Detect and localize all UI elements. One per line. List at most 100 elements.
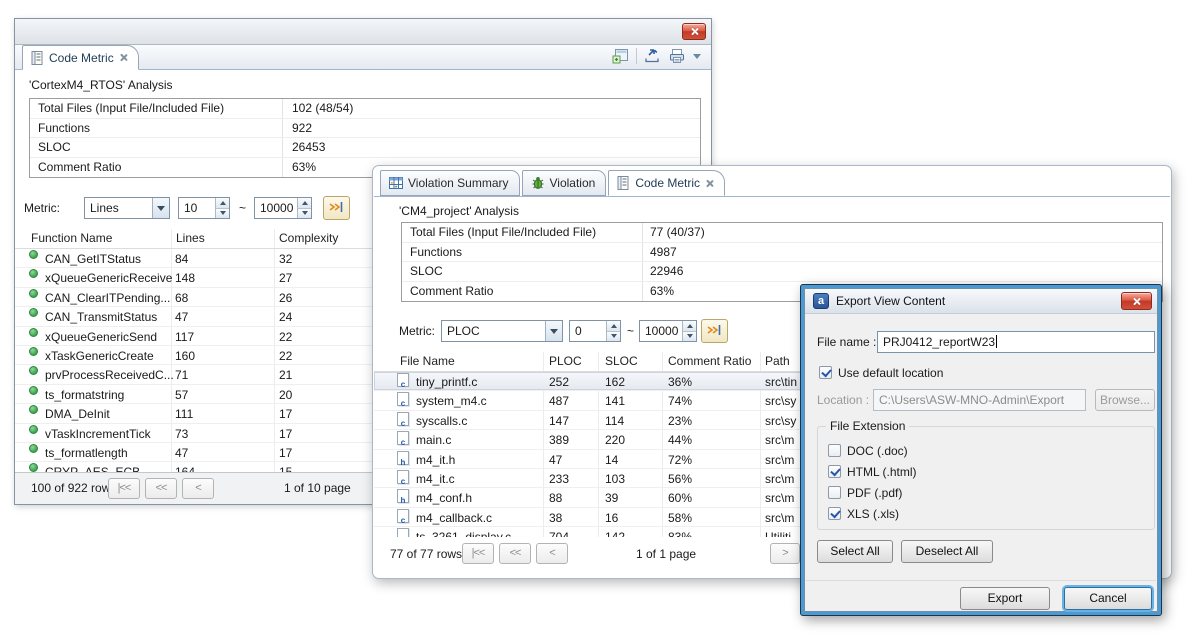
column-header[interactable]: Lines (176, 231, 205, 245)
cancel-button[interactable]: Cancel (1064, 587, 1152, 610)
tab-code-metric[interactable]: Code Metric (22, 45, 139, 70)
doc-checkbox[interactable] (828, 444, 841, 457)
toolbar-separator (636, 48, 637, 64)
view-tab-bar: Violation Summary Violation Code Metric (374, 170, 1170, 197)
path-value: src\m (765, 451, 794, 469)
function-dot-icon (29, 405, 38, 414)
path-value: src\sy (765, 412, 796, 430)
apply-metric-icon (707, 324, 723, 338)
tab-violation-summary[interactable]: Violation Summary (380, 170, 520, 196)
document-icon (617, 176, 630, 190)
next-page-button[interactable]: > (770, 543, 800, 564)
column-header[interactable]: Path (765, 354, 790, 368)
file-extension-group-title: File Extension (826, 419, 909, 433)
column-header[interactable]: SLOC (605, 354, 638, 368)
tab-violation[interactable]: Violation (522, 170, 607, 196)
select-all-button[interactable]: Select All (817, 540, 893, 563)
window-close-button[interactable] (682, 23, 706, 40)
function-dot-icon (29, 269, 38, 278)
ploc-value: 252 (549, 373, 569, 391)
metric-max-spinner[interactable]: 10000 (639, 320, 697, 342)
c-file-icon: c (397, 528, 409, 537)
pdf-checkbox[interactable] (828, 486, 841, 499)
configure-metrics-icon[interactable] (612, 48, 629, 64)
window-titlebar[interactable] (15, 19, 711, 45)
spinner-arrows[interactable] (215, 198, 229, 218)
sloc-value: 142 (605, 528, 625, 537)
xls-checkbox-label: XLS (.xls) (847, 507, 899, 521)
sloc-value: 162 (605, 373, 625, 391)
path-value: Utiliti (765, 528, 791, 537)
tab-close-icon[interactable] (119, 53, 128, 62)
metric-select[interactable]: PLOC (441, 320, 563, 342)
lines-value: 47 (175, 308, 188, 326)
dialog-titlebar[interactable]: Export View Content (805, 289, 1157, 314)
apply-metric-filter-button[interactable] (701, 319, 728, 343)
column-header[interactable]: PLOC (549, 354, 582, 368)
fast-prev-page-button[interactable]: << (499, 543, 531, 564)
ploc-value: 47 (549, 451, 562, 469)
prev-page-button[interactable]: < (536, 543, 568, 564)
ratio-value: 74% (668, 392, 692, 410)
tab-close-icon[interactable] (705, 179, 714, 188)
analysis-title: 'CM4_project' Analysis (399, 204, 519, 218)
metric-min-spinner[interactable]: 0 (569, 320, 621, 342)
lines-value: 164 (175, 463, 195, 472)
metric-selected-value: PLOC (447, 324, 480, 338)
tab-code-metric[interactable]: Code Metric (608, 170, 725, 196)
sloc-value: 16 (605, 509, 618, 527)
prev-page-button[interactable]: < (182, 478, 214, 499)
spinner-arrows[interactable] (606, 321, 620, 341)
tab-label: Code Metric (635, 176, 700, 190)
export-button[interactable]: Export (960, 587, 1050, 610)
function-name: CAN_ClearITPending... (45, 289, 170, 307)
lines-value: 160 (175, 347, 195, 365)
summary-label: SLOC (410, 264, 443, 278)
metric-min-spinner[interactable]: 10 (178, 197, 230, 219)
column-header[interactable]: Comment Ratio (668, 354, 751, 368)
sloc-value: 220 (605, 431, 625, 449)
sloc-value: 39 (605, 489, 618, 507)
view-menu-icon[interactable] (693, 54, 701, 59)
xls-checkbox[interactable] (828, 507, 841, 520)
fast-prev-page-button[interactable]: << (145, 478, 177, 499)
spinner-arrows[interactable] (297, 198, 311, 218)
app-icon (813, 293, 829, 309)
chevron-down-icon[interactable] (152, 198, 169, 218)
function-name: prvProcessReceivedC... (45, 366, 174, 384)
deselect-all-button[interactable]: Deselect All (901, 540, 993, 563)
column-header[interactable]: File Name (400, 354, 455, 368)
spinner-arrows[interactable] (682, 321, 696, 341)
lines-value: 68 (175, 289, 188, 307)
metric-max-spinner[interactable]: 10000 (254, 197, 312, 219)
summary-row: Functions 922 (30, 119, 700, 139)
column-header[interactable]: Complexity (279, 231, 338, 245)
file-name: m4_it.c (416, 470, 455, 488)
summary-label: SLOC (38, 140, 71, 154)
metric-select[interactable]: Lines (84, 197, 170, 219)
pdf-checkbox-label: PDF (.pdf) (847, 486, 902, 500)
complexity-value: 22 (279, 347, 292, 365)
close-icon (1132, 297, 1141, 306)
function-dot-icon (29, 289, 38, 298)
export-icon[interactable] (644, 48, 661, 64)
sloc-value: 103 (605, 470, 625, 488)
chevron-down-icon[interactable] (545, 321, 562, 341)
html-checkbox[interactable] (828, 465, 841, 478)
first-page-button[interactable]: |<< (108, 478, 140, 499)
summary-value: 77 (40/37) (650, 225, 705, 239)
use-default-location-checkbox[interactable] (819, 366, 832, 379)
apply-metric-filter-button[interactable] (323, 196, 350, 220)
document-icon (31, 51, 44, 65)
first-page-button[interactable]: |<< (462, 543, 494, 564)
function-name: ts_formatstring (45, 386, 124, 404)
file-name-input[interactable]: PRJ0412_reportW23 (877, 331, 1155, 353)
function-dot-icon (29, 308, 38, 317)
print-icon[interactable] (668, 48, 686, 64)
c-file-icon: c (397, 412, 409, 426)
summary-value: 26453 (292, 140, 325, 154)
column-header[interactable]: Function Name (31, 231, 112, 245)
summary-row: SLOC 22946 (402, 262, 1162, 282)
sloc-value: 141 (605, 392, 625, 410)
dialog-close-button[interactable] (1121, 292, 1152, 310)
